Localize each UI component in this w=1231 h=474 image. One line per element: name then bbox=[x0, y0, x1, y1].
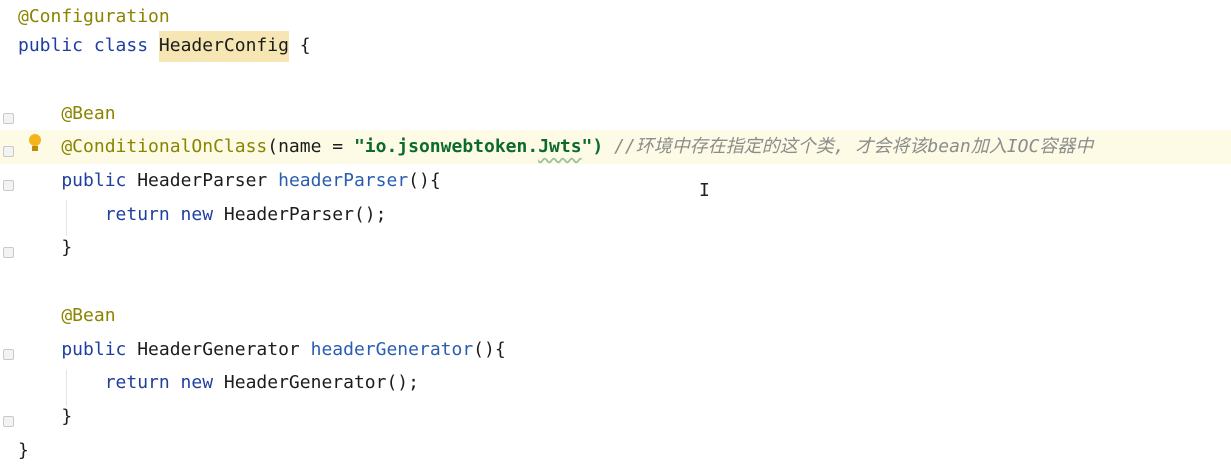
fold-marker-icon[interactable] bbox=[3, 113, 14, 124]
code-token: } bbox=[18, 406, 73, 427]
code-line[interactable] bbox=[0, 265, 1231, 299]
code-token: public class bbox=[18, 35, 159, 56]
code-line-content: return new HeaderParser(); bbox=[18, 198, 387, 232]
fold-marker-icon[interactable] bbox=[3, 180, 14, 191]
code-line-content: @Bean bbox=[18, 97, 116, 131]
code-line[interactable]: @Bean bbox=[0, 97, 1231, 131]
code-token: headerParser bbox=[278, 170, 409, 191]
code-token: @Configuration bbox=[18, 6, 170, 27]
code-token: //环境中存在指定的这个类, 才会将该bean加入IOC容器中 bbox=[603, 136, 1094, 157]
code-line[interactable]: public HeaderParser headerParser(){ bbox=[0, 164, 1231, 198]
code-token: (){ bbox=[473, 339, 506, 360]
code-line-content: @Bean bbox=[18, 299, 116, 333]
code-token: (name = bbox=[267, 136, 354, 157]
text-cursor-icon: I bbox=[699, 180, 710, 201]
code-line-content: } bbox=[18, 231, 72, 265]
code-token: @ConditionalOnClass bbox=[18, 136, 268, 157]
lightbulb-glass bbox=[29, 134, 41, 146]
fold-marker-icon[interactable] bbox=[3, 416, 14, 427]
code-token: public bbox=[18, 339, 138, 360]
code-token: return new bbox=[18, 204, 224, 225]
code-token: ") bbox=[581, 136, 604, 157]
indent-guide bbox=[66, 370, 67, 406]
code-line[interactable]: @Bean bbox=[0, 299, 1231, 333]
code-token: HeaderParser(); bbox=[223, 204, 387, 225]
code-line-content: @ConditionalOnClass(name = "io.jsonwebto… bbox=[18, 130, 1093, 164]
code-line-content: } bbox=[18, 434, 29, 468]
code-token: @Bean bbox=[18, 103, 116, 124]
lightbulb-base bbox=[32, 146, 38, 151]
code-token: } bbox=[18, 237, 73, 258]
code-line-content: } bbox=[18, 400, 72, 434]
code-token: (){ bbox=[408, 170, 441, 191]
code-token: HeaderGenerator bbox=[137, 339, 311, 360]
code-token: @Bean bbox=[18, 305, 116, 326]
code-line-content: return new HeaderGenerator(); bbox=[18, 366, 419, 400]
code-token: HeaderConfig bbox=[158, 31, 289, 62]
code-token: public bbox=[18, 170, 138, 191]
code-line[interactable]: } bbox=[0, 434, 1231, 468]
code-line[interactable]: } bbox=[0, 231, 1231, 265]
code-token: "io.jsonwebtoken. bbox=[353, 136, 539, 157]
code-line[interactable]: @ConditionalOnClass(name = "io.jsonwebto… bbox=[0, 130, 1231, 164]
code-token: Jwts bbox=[538, 136, 582, 157]
code-token: headerGenerator bbox=[310, 339, 474, 360]
code-token: { bbox=[288, 35, 311, 56]
code-line[interactable] bbox=[0, 63, 1231, 97]
code-line-content: public HeaderGenerator headerGenerator()… bbox=[18, 333, 506, 367]
code-line[interactable]: return new HeaderGenerator(); bbox=[0, 366, 1231, 400]
fold-marker-icon[interactable] bbox=[3, 349, 14, 360]
code-token: } bbox=[18, 440, 29, 461]
code-token: HeaderParser bbox=[137, 170, 279, 191]
indent-guide bbox=[66, 200, 67, 236]
code-line[interactable]: } bbox=[0, 400, 1231, 434]
lightbulb-icon[interactable] bbox=[29, 134, 41, 154]
fold-marker-icon[interactable] bbox=[3, 146, 14, 157]
code-line[interactable]: return new HeaderParser(); bbox=[0, 198, 1231, 232]
code-line[interactable]: public class HeaderConfig { bbox=[0, 29, 1231, 63]
code-line-content: public HeaderParser headerParser(){ bbox=[18, 164, 441, 198]
code-token: HeaderGenerator(); bbox=[223, 372, 419, 393]
code-token: return new bbox=[18, 372, 224, 393]
fold-marker-icon[interactable] bbox=[3, 247, 14, 258]
code-line[interactable]: public HeaderGenerator headerGenerator()… bbox=[0, 333, 1231, 367]
code-line-content: public class HeaderConfig { bbox=[18, 29, 311, 63]
